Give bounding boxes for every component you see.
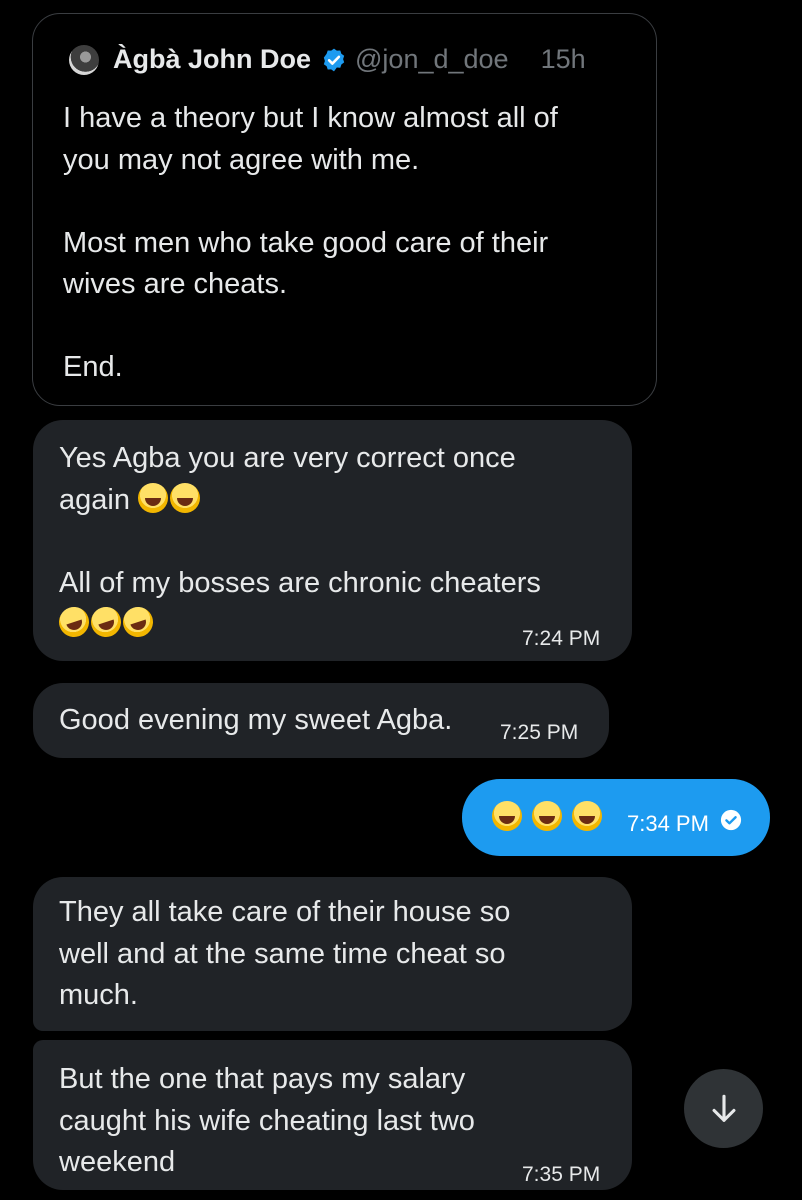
rofl-emoji <box>87 603 125 641</box>
sent-emojis <box>492 801 612 832</box>
message-text-line: All of my bosses are chronic cheaters <box>59 566 541 599</box>
message-bubble-received[interactable]: But the one that pays my salary caught h… <box>33 1040 632 1190</box>
laugh-emoji <box>532 801 562 831</box>
rofl-emoji <box>119 603 157 641</box>
scroll-to-bottom-button[interactable] <box>684 1069 763 1148</box>
quoted-post-header: Àgbà John Doe @jon_d_doe 15h <box>69 44 586 75</box>
author-avatar[interactable] <box>69 44 99 75</box>
laugh-emoji <box>572 801 602 831</box>
message-timestamp: 7:34 PM <box>627 811 709 836</box>
laugh-emoji <box>138 482 169 513</box>
rofl-emoji <box>55 603 93 641</box>
message-bubble-received[interactable]: Yes Agba you are very correct once again… <box>33 420 632 661</box>
message-bubble-received[interactable]: Good evening my sweet Agba. 7:25 PM <box>33 683 609 758</box>
laugh-emoji <box>492 801 522 831</box>
author-name[interactable]: Àgbà John Doe <box>113 44 311 75</box>
message-bubble-received[interactable]: They all take care of their house so wel… <box>33 877 632 1031</box>
message-timestamp: 7:24 PM <box>522 627 601 650</box>
laugh-emoji <box>170 482 201 513</box>
message-text: Good evening my sweet Agba. <box>59 704 453 736</box>
arrow-down-icon <box>712 1094 735 1122</box>
author-handle[interactable]: @jon_d_doe <box>355 44 509 75</box>
quoted-post-text: I have a theory but I know almost all of… <box>63 102 558 383</box>
verified-badge-icon <box>323 48 345 71</box>
quoted-post-card[interactable]: Àgbà John Doe @jon_d_doe 15h I have a th… <box>32 13 657 406</box>
message-timestamp: 7:25 PM <box>500 721 579 744</box>
message-text: Yes Agba you are very correct once again… <box>55 438 606 646</box>
message-text: They all take care of their house so wel… <box>59 896 511 1011</box>
read-check-icon <box>720 809 742 831</box>
post-timestamp: 15h <box>540 44 586 74</box>
message-timestamp: 7:35 PM <box>522 1163 601 1186</box>
message-bubble-sent[interactable]: 7:34 PM <box>462 779 770 856</box>
message-text-line: Yes Agba you are very correct once again <box>59 442 516 516</box>
